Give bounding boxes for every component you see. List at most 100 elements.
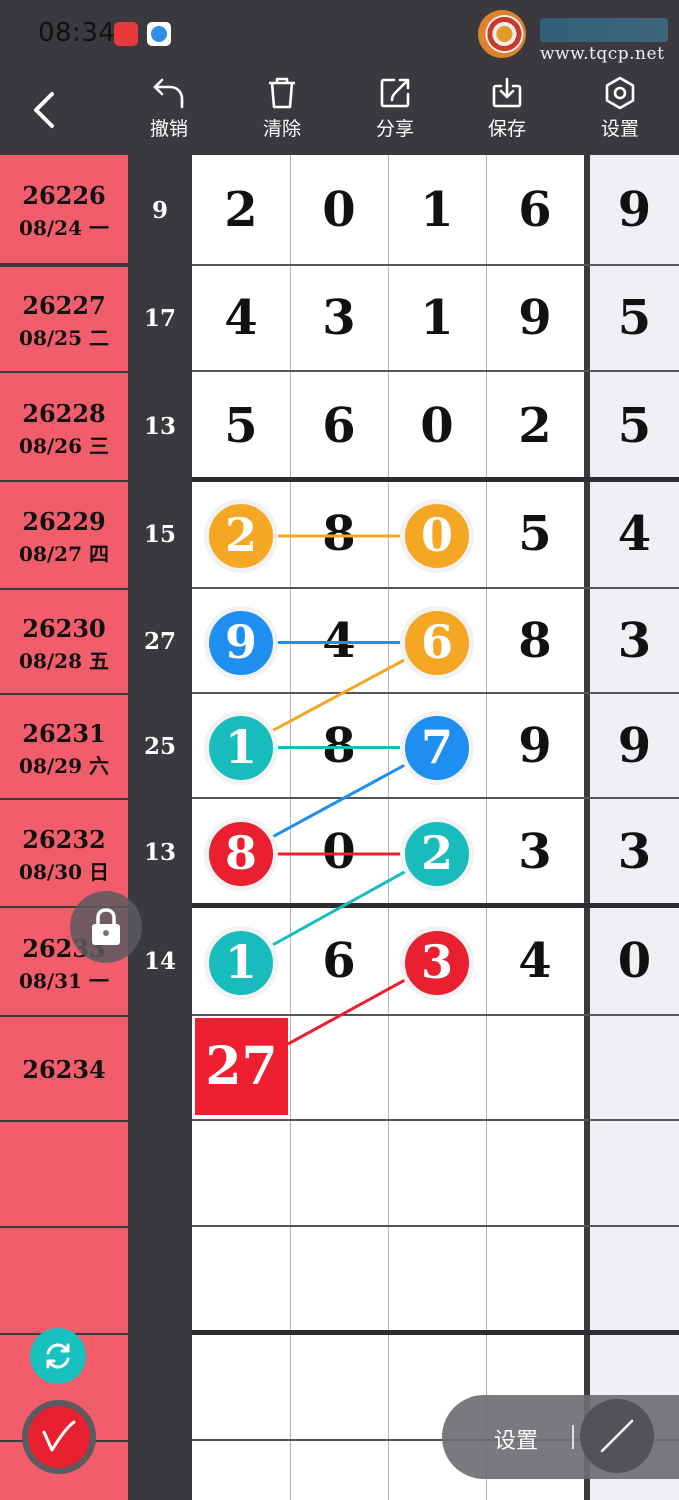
issue-cell: 26234 bbox=[0, 1017, 128, 1120]
ball-orange[interactable]: 6 bbox=[400, 605, 474, 680]
ball-blue[interactable]: 7 bbox=[400, 710, 474, 785]
grid-digit[interactable]: 6 bbox=[290, 933, 388, 989]
issue-number: 26231 bbox=[22, 719, 106, 748]
watermark-banner bbox=[540, 18, 668, 42]
grid-digit[interactable]: 5 bbox=[486, 506, 584, 562]
grid-digit[interactable]: 0 bbox=[290, 824, 388, 880]
issue-cell: 26231 08/29 六 bbox=[0, 695, 128, 798]
sum-column: 9 17 13 15 27 25 13 14 bbox=[128, 155, 192, 1500]
issue-date: 08/24 一 bbox=[19, 216, 109, 240]
issue-date: 08/28 五 bbox=[19, 649, 109, 673]
grid-row-line bbox=[192, 1225, 679, 1227]
next-sum-box[interactable]: 27 bbox=[195, 1018, 288, 1115]
grid-digit[interactable]: 3 bbox=[486, 824, 584, 880]
grid-digit[interactable]: 2 bbox=[486, 398, 584, 454]
issue-number: 26228 bbox=[22, 399, 106, 428]
issue-cell: 26227 08/25 二 bbox=[0, 267, 128, 371]
extra-digit: 0 bbox=[617, 932, 652, 989]
issue-column: 26226 08/24 一 26227 08/25 二 26228 08/26 三 2622… bbox=[0, 155, 128, 1500]
issue-cell bbox=[0, 1228, 128, 1333]
ball-teal[interactable]: 1 bbox=[204, 710, 278, 785]
grid-row-line bbox=[192, 1014, 679, 1016]
issue-date: 08/30 日 bbox=[19, 860, 109, 884]
ball-orange[interactable]: 2 bbox=[204, 499, 278, 573]
grid-column-line bbox=[388, 155, 389, 1500]
lock-button[interactable] bbox=[70, 891, 142, 963]
sum-value: 17 bbox=[143, 305, 176, 332]
issue-date: 08/31 一 bbox=[19, 969, 109, 993]
grid-digit[interactable]: 1 bbox=[388, 182, 486, 238]
grid-row-line bbox=[192, 692, 679, 694]
grid-digit[interactable]: 1 bbox=[388, 290, 486, 346]
settings-button[interactable]: 设置 bbox=[580, 76, 660, 146]
undo-label: 撤销 bbox=[149, 118, 188, 140]
grid-row-line bbox=[192, 1330, 679, 1335]
sum-value: 15 bbox=[143, 521, 176, 548]
ball-orange[interactable]: 0 bbox=[400, 499, 474, 573]
huawei-app-icon bbox=[114, 22, 138, 46]
sum-value: 25 bbox=[143, 732, 176, 760]
extra-digit: 5 bbox=[617, 290, 652, 346]
grid-digit[interactable]: 8 bbox=[486, 613, 584, 669]
share-icon bbox=[380, 78, 410, 108]
issue-number: 26232 bbox=[22, 825, 106, 854]
sum-value: 9 bbox=[151, 197, 168, 224]
grid-digit[interactable]: 0 bbox=[290, 182, 388, 238]
pen-button[interactable] bbox=[22, 1400, 96, 1474]
clear-button[interactable]: 清除 bbox=[242, 76, 322, 146]
grid-digit[interactable]: 4 bbox=[192, 290, 290, 346]
grid-row-line bbox=[192, 587, 679, 589]
save-button[interactable]: 保存 bbox=[467, 76, 547, 146]
extra-digit: 3 bbox=[617, 612, 652, 669]
share-button[interactable]: 分享 bbox=[355, 76, 435, 146]
grid-digit[interactable]: 8 bbox=[290, 506, 388, 562]
refresh-button[interactable] bbox=[30, 1328, 86, 1384]
issue-cell: 26226 08/24 一 bbox=[0, 155, 128, 263]
grid-digit[interactable]: 6 bbox=[290, 398, 388, 454]
grid-row-line bbox=[192, 1119, 679, 1121]
grid-digit[interactable]: 6 bbox=[486, 182, 584, 238]
grid-digit[interactable]: 0 bbox=[388, 398, 486, 454]
grid-digit[interactable]: 8 bbox=[290, 718, 388, 774]
ball-teal[interactable]: 2 bbox=[400, 817, 474, 891]
grid-digit[interactable]: 2 bbox=[192, 182, 290, 238]
grid-digit[interactable]: 9 bbox=[486, 718, 584, 774]
draw-line-button[interactable] bbox=[580, 1399, 654, 1473]
hexagon-gear-icon bbox=[605, 76, 635, 110]
grid-digit[interactable]: 3 bbox=[290, 290, 388, 346]
refresh-icon bbox=[46, 1343, 70, 1369]
grid-row-line bbox=[192, 370, 679, 372]
ball-red[interactable]: 3 bbox=[400, 925, 474, 1000]
status-time: 08:34 bbox=[38, 18, 116, 48]
bottom-settings-button[interactable]: 设置 bbox=[494, 1423, 538, 1455]
grid-row-line bbox=[192, 797, 679, 799]
issue-number: 26227 bbox=[22, 291, 106, 320]
undo-button[interactable]: 撤销 bbox=[129, 76, 209, 146]
issue-cell: 26229 08/27 四 bbox=[0, 482, 128, 588]
bottom-toolbar: 设置 bbox=[442, 1395, 679, 1479]
ball-blue[interactable]: 9 bbox=[204, 605, 278, 680]
ball-teal[interactable]: 1 bbox=[204, 925, 278, 1000]
grid-digit[interactable]: 5 bbox=[192, 398, 290, 454]
grid-digit[interactable]: 4 bbox=[290, 613, 388, 669]
grid-digit[interactable]: 9 bbox=[486, 290, 584, 346]
issue-cell: 26228 08/26 三 bbox=[0, 373, 128, 480]
issue-date: 08/25 二 bbox=[19, 326, 109, 350]
issue-date: 08/26 三 bbox=[19, 434, 109, 458]
issue-date: 08/27 四 bbox=[19, 542, 109, 566]
issue-date: 08/29 六 bbox=[19, 754, 109, 778]
issue-number: 26234 bbox=[22, 1055, 106, 1084]
issue-cell bbox=[0, 1122, 128, 1226]
share-label: 分享 bbox=[375, 118, 414, 140]
sum-value: 13 bbox=[143, 839, 176, 866]
extra-digit: 9 bbox=[617, 182, 652, 238]
back-button[interactable] bbox=[26, 88, 66, 132]
clear-label: 清除 bbox=[262, 118, 301, 140]
grid-digit[interactable]: 4 bbox=[486, 933, 584, 989]
issue-cell: 26230 08/28 五 bbox=[0, 590, 128, 693]
trash-icon bbox=[269, 77, 295, 109]
ball-red[interactable]: 8 bbox=[204, 817, 278, 891]
issue-number: 26230 bbox=[22, 614, 106, 643]
extra-digit: 4 bbox=[617, 506, 652, 562]
undo-icon bbox=[153, 78, 184, 109]
